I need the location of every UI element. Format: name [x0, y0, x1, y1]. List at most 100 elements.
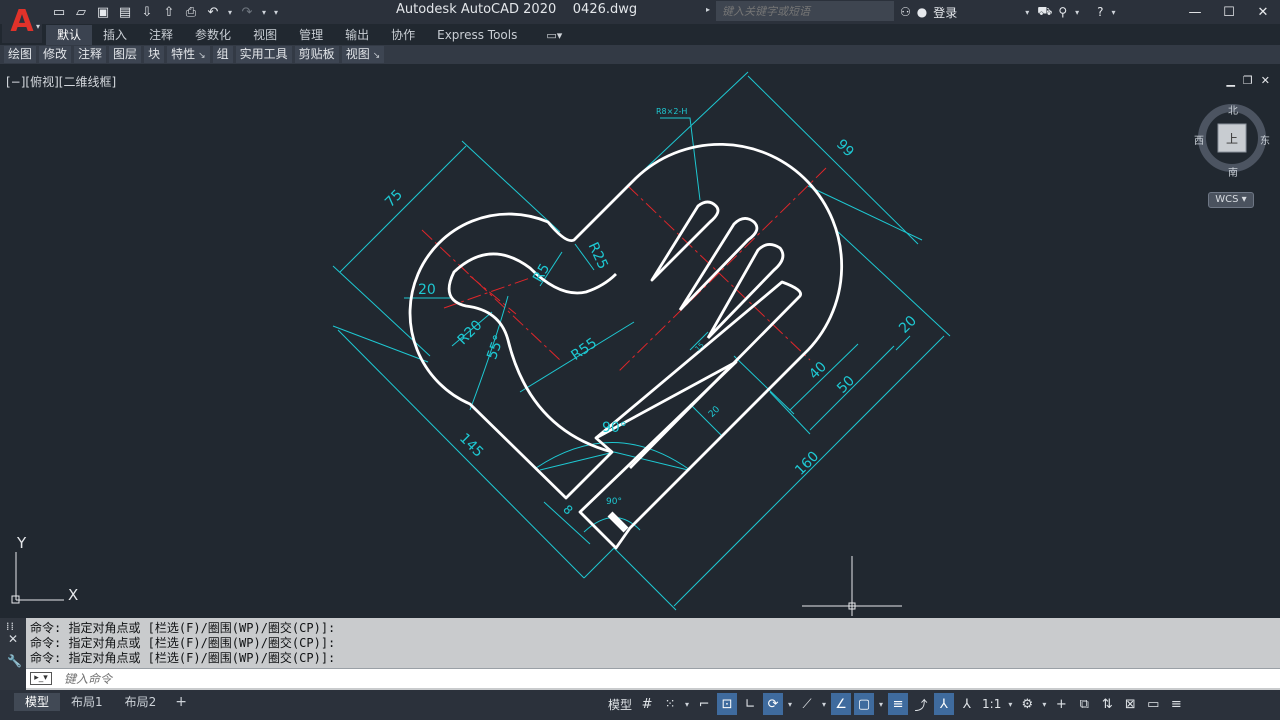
undo-dropdown-icon[interactable]: ▾	[226, 8, 234, 17]
scale-dropdown-icon[interactable]: ▾	[1006, 700, 1014, 709]
redo-icon[interactable]: ↷	[238, 3, 256, 21]
command-line[interactable]: ▸_▾	[26, 668, 1280, 688]
search-expand-icon[interactable]: ▸	[706, 5, 710, 14]
drawing-restore-icon[interactable]: ❐	[1243, 74, 1253, 87]
viewcube-top-face[interactable]: 上	[1226, 130, 1238, 147]
open-icon[interactable]: ▱	[72, 3, 90, 21]
command-prompt-icon[interactable]: ▸_▾	[30, 672, 52, 685]
ribbon-panel-5[interactable]: 特性 ↘	[167, 46, 210, 63]
user-icon[interactable]: ●	[917, 5, 927, 19]
print-icon[interactable]: ⎙	[182, 3, 200, 21]
command-input[interactable]	[64, 670, 1264, 687]
lineweight-icon[interactable]: ≡	[888, 693, 909, 715]
transparency-icon[interactable]: ⤴	[911, 693, 931, 715]
infer-constraints-icon[interactable]: ⌐	[694, 693, 714, 715]
panel-overflow-icon[interactable]: ↘	[198, 51, 206, 61]
annotation-visibility-icon[interactable]: ⅄	[934, 693, 955, 715]
command-customize-icon[interactable]: 🔧	[7, 654, 22, 668]
object-snap-tracking-icon[interactable]: ∠	[831, 693, 852, 715]
close-icon[interactable]: ✕	[1246, 0, 1280, 24]
ribbon-tab-6[interactable]: 输出	[334, 25, 380, 45]
drawing-svg[interactable]: X Y 75 99 20 R5 R25 R20 55° R55 145 90° …	[0, 66, 1280, 618]
ribbon-panel-6[interactable]: 组	[212, 46, 233, 63]
ribbon-panel-9[interactable]: 视图 ↘	[341, 46, 385, 63]
snap-dropdown-icon[interactable]: ▾	[683, 700, 691, 709]
fullscreen-icon[interactable]: ▭	[1143, 693, 1163, 715]
ribbon-tab-7[interactable]: 协作	[380, 25, 426, 45]
wcs-menu-button[interactable]: WCS ▾	[1208, 192, 1254, 208]
restore-icon[interactable]: ☐	[1212, 0, 1246, 24]
dynamic-input-icon[interactable]: ⊡	[717, 693, 738, 715]
ribbon-tab-4[interactable]: 视图	[242, 25, 288, 45]
minimize-icon[interactable]: —	[1178, 0, 1212, 24]
ribbon-panel-3[interactable]: 图层	[109, 46, 142, 63]
command-close-icon[interactable]: ✕	[8, 632, 18, 646]
ribbon-tab-0[interactable]: 默认	[46, 25, 93, 45]
grid-icon[interactable]: #	[637, 693, 657, 715]
plus-icon[interactable]: +	[1051, 693, 1071, 715]
undo-icon[interactable]: ↶	[204, 3, 222, 21]
save-icon[interactable]: ▣	[94, 3, 112, 21]
panel-overflow-icon[interactable]: ↘	[373, 51, 381, 61]
viewcube-north[interactable]: 北	[1228, 102, 1238, 117]
isodraft-dropdown-icon[interactable]: ▾	[820, 700, 828, 709]
isolate-objects-icon[interactable]: ⧉	[1074, 693, 1094, 715]
help-dropdown-icon[interactable]: ▾	[1110, 8, 1118, 17]
polar-tracking-icon[interactable]: ⟳	[763, 693, 784, 715]
hardware-acceleration-icon[interactable]: ⇅	[1097, 693, 1117, 715]
ribbon-tab-8[interactable]: Express Tools	[426, 25, 528, 45]
layout-tab-0[interactable]: 模型	[14, 693, 61, 711]
connect-icon[interactable]: ⚲	[1058, 5, 1067, 19]
viewcube-east[interactable]: 东	[1260, 132, 1270, 147]
workspace-gear-icon[interactable]: ⚙	[1017, 693, 1037, 715]
ribbon-panel-1[interactable]: 修改	[39, 46, 72, 63]
model-space-button[interactable]: 模型	[606, 693, 634, 715]
clean-screen-icon[interactable]: ⊠	[1120, 693, 1140, 715]
ribbon-panel-2[interactable]: 注释	[74, 46, 107, 63]
redo-dropdown-icon[interactable]: ▾	[260, 8, 268, 17]
customization-icon[interactable]: ≡	[1166, 693, 1186, 715]
ribbon-tab-1[interactable]: 插入	[92, 25, 138, 45]
customize-icon[interactable]: ▾	[272, 8, 280, 17]
ribbon-panel-4[interactable]: 块	[144, 46, 165, 63]
snap-icon[interactable]: ⁙	[660, 693, 680, 715]
ribbon-tab-3[interactable]: 参数化	[184, 25, 242, 45]
ribbon-panel-7[interactable]: 实用工具	[235, 46, 292, 63]
drawing-canvas[interactable]: X Y 75 99 20 R5 R25 R20 55° R55 145 90° …	[0, 66, 1280, 618]
save-as-icon[interactable]: ▤	[116, 3, 134, 21]
binoculars-icon[interactable]: ⚇	[900, 5, 911, 19]
isodraft-icon[interactable]: ⟋	[797, 693, 817, 715]
web-save-icon[interactable]: ⇧	[160, 3, 178, 21]
drawing-minimize-icon[interactable]: ▁	[1226, 74, 1234, 87]
new-icon[interactable]: ▭	[50, 3, 68, 21]
ribbon-panel-8[interactable]: 剪贴板	[294, 46, 339, 63]
annotation-scale-button[interactable]: 1:1	[980, 693, 1003, 715]
workspace-dropdown-icon[interactable]: ▾	[1040, 700, 1048, 709]
connect-dropdown-icon[interactable]: ▾	[1073, 8, 1081, 17]
ribbon-display-toggle-icon[interactable]: ▭▾	[546, 29, 562, 42]
cart-icon[interactable]: ⛟	[1037, 4, 1052, 20]
application-menu-button[interactable]: A ▾	[2, 1, 42, 43]
ribbon-panel-0[interactable]: 绘图	[4, 46, 37, 63]
object-snap-icon[interactable]: ▢	[854, 693, 875, 715]
viewcube[interactable]: 北 南 东 西 上 WCS ▾	[1194, 102, 1270, 212]
login-dropdown-icon[interactable]: ▾	[1023, 8, 1031, 17]
ortho-icon[interactable]: ∟	[740, 693, 760, 715]
web-open-icon[interactable]: ⇩	[138, 3, 156, 21]
ribbon-tab-5[interactable]: 管理	[288, 25, 334, 45]
viewcube-south[interactable]: 南	[1228, 164, 1238, 179]
auto-scale-icon[interactable]: ⅄	[957, 693, 977, 715]
search-input[interactable]	[716, 1, 894, 21]
ribbon-tab-2[interactable]: 注释	[138, 25, 184, 45]
polar-dropdown-icon[interactable]: ▾	[786, 700, 794, 709]
command-window-handle[interactable]: ⁞⁞ ✕ 🔧	[0, 618, 26, 690]
layout-tab-1[interactable]: 布局1	[60, 693, 114, 711]
help-icon[interactable]: ?	[1097, 5, 1103, 19]
object-snap-dropdown-icon[interactable]: ▾	[877, 700, 885, 709]
viewport-controls-label[interactable]: [−][俯视][二维线框]	[6, 73, 116, 90]
viewcube-west[interactable]: 西	[1194, 132, 1204, 147]
add-layout-icon[interactable]: +	[167, 693, 195, 711]
login-button[interactable]: 登录	[933, 4, 957, 21]
drawing-close-icon[interactable]: ✕	[1261, 74, 1270, 87]
layout-tab-2[interactable]: 布局2	[114, 693, 168, 711]
